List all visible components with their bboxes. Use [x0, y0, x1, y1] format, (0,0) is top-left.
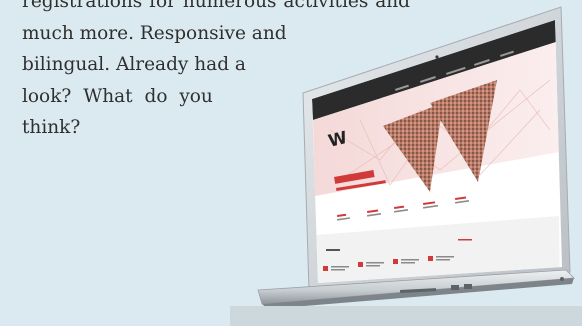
usb-port-icon: [451, 285, 459, 290]
audio-jack-icon: [560, 277, 564, 281]
section-more-link[interactable]: [458, 239, 472, 241]
laptop-screen: W: [312, 20, 562, 283]
laptop-illustration: W: [230, 6, 582, 326]
section-heading: [326, 249, 340, 251]
usb-port-icon: [464, 284, 472, 289]
webcam-icon: [435, 55, 439, 59]
